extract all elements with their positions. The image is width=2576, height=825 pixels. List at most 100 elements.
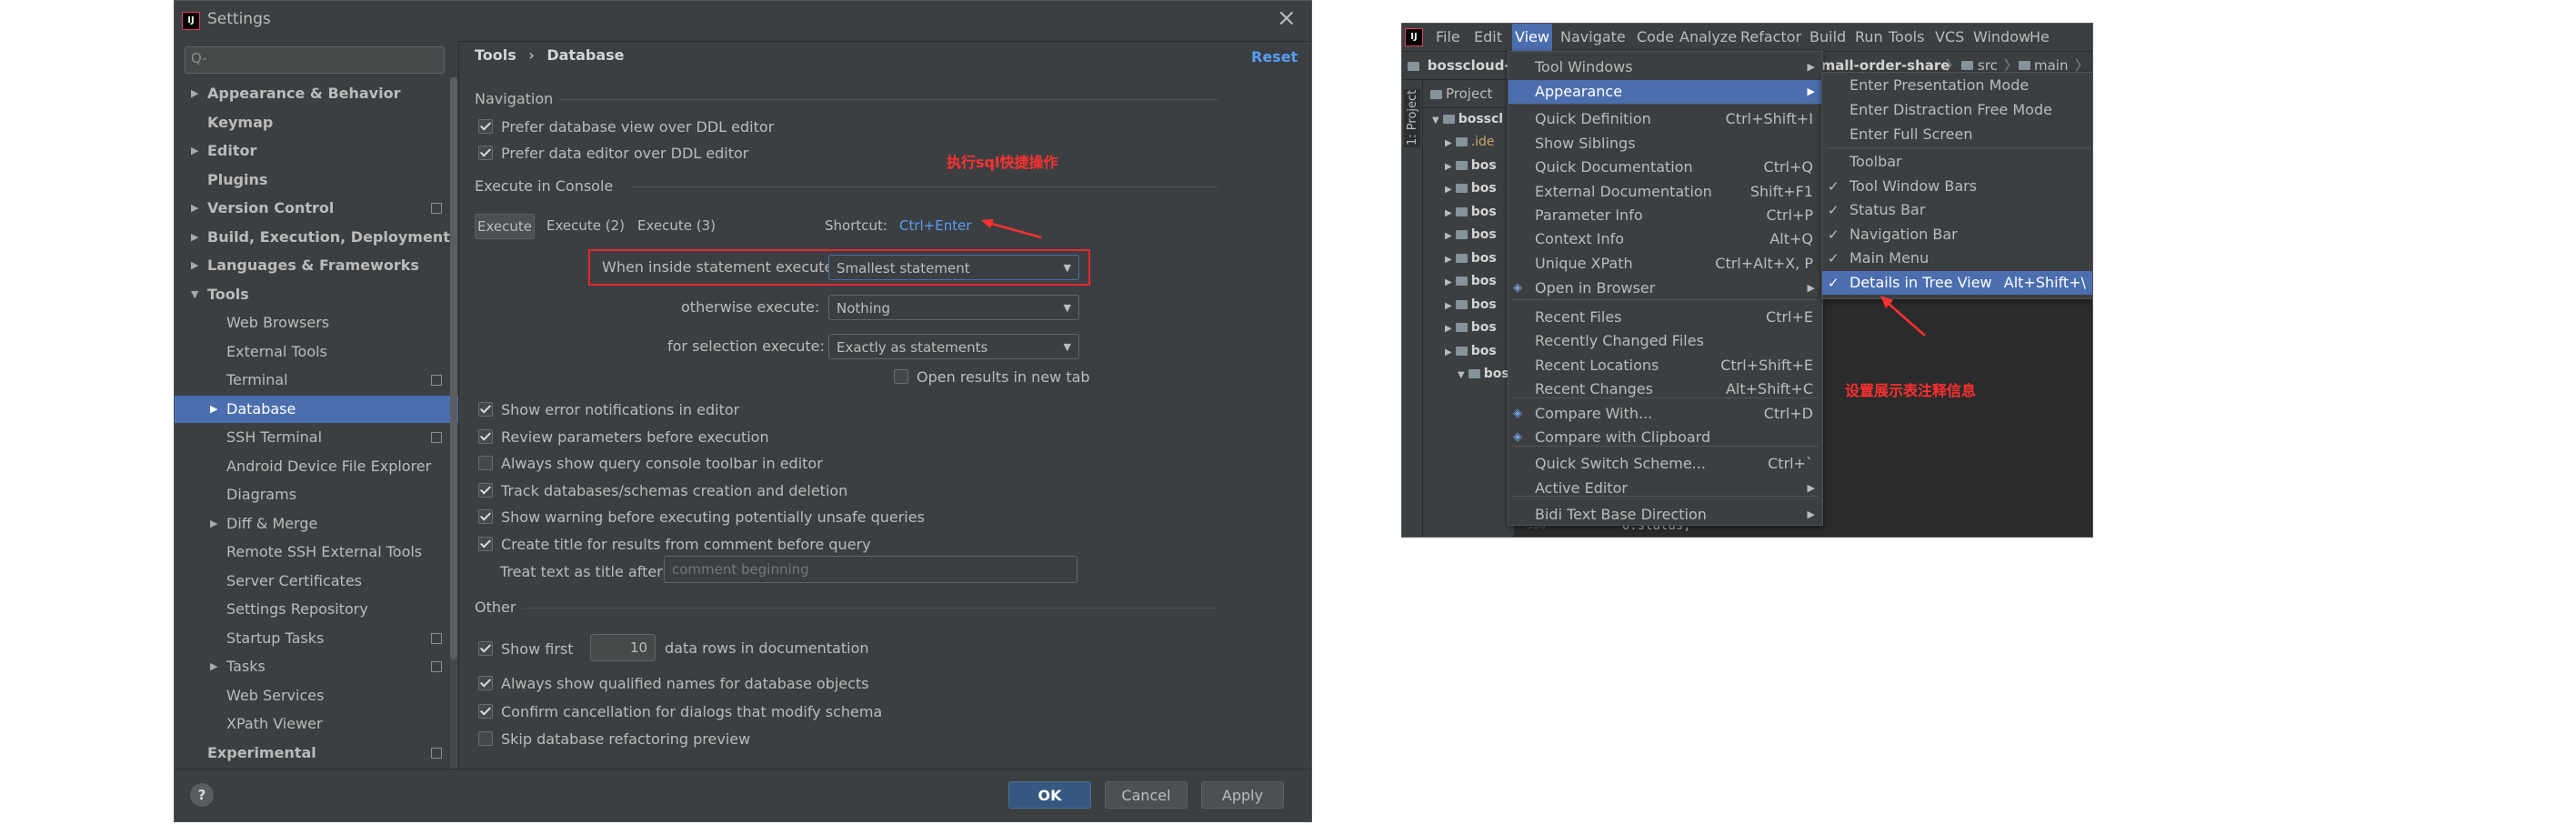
menu-item[interactable]: Quick Switch Scheme... Ctrl+`	[1509, 452, 1822, 476]
menu-item[interactable]: Quick Definition Ctrl+Shift+I	[1509, 107, 1822, 131]
checkbox-box[interactable]	[478, 703, 493, 719]
tree-item[interactable]: ▶ Database	[175, 395, 458, 423]
sidebar-scrollbar[interactable]	[450, 77, 457, 769]
menu-edit[interactable]: Edit	[1474, 24, 1502, 51]
tree-item[interactable]: Terminal	[175, 367, 458, 394]
checkbox-box[interactable]	[894, 369, 908, 384]
tab-execute[interactable]: Execute	[475, 214, 535, 239]
menu-vcs[interactable]: VCS	[1935, 24, 1964, 51]
chevron-right-icon[interactable]: ▶	[191, 195, 204, 222]
menu-item[interactable]: Appearance ▶	[1509, 80, 1822, 104]
chevron-right-icon[interactable]: ▶	[191, 252, 204, 279]
shortcut-value[interactable]: Ctrl+Enter	[899, 217, 972, 234]
tree-item[interactable]: Web Browsers	[175, 309, 458, 337]
tree-item[interactable]: External Tools	[175, 338, 458, 366]
menu-item[interactable]: Tool Windows ▶	[1509, 55, 1822, 79]
menu-item[interactable]: ✓ Main Menu	[1822, 246, 2092, 270]
tree-item[interactable]: ▼ Tools	[175, 281, 458, 308]
menu-item[interactable]: Recent Files Ctrl+E	[1509, 306, 1822, 329]
chevron-right-icon[interactable]: ▶	[191, 224, 204, 251]
nav-project[interactable]: bosscloud-	[1428, 57, 1510, 74]
apply-button[interactable]: Apply	[1201, 781, 1284, 809]
tree-row[interactable]: ▶ bos	[1445, 247, 1497, 270]
checkbox-box[interactable]	[478, 536, 493, 551]
prefer-db-view-checkbox[interactable]: Prefer database view over DDL editor	[478, 117, 774, 137]
checkbox-box[interactable]	[478, 731, 493, 746]
option-checkbox[interactable]: Confirm cancellation for dialogs that mo…	[478, 702, 882, 722]
menu-tools[interactable]: Tools	[1889, 24, 1924, 51]
tree-item[interactable]: ▶ Diff & Merge	[175, 510, 458, 538]
menu-navigate[interactable]: Navigate	[1560, 24, 1626, 51]
chevron-down-icon[interactable]: ▼	[191, 281, 204, 308]
show-first-checkbox[interactable]: Show first	[478, 639, 574, 659]
menu-item[interactable]: ✓ Status Bar	[1822, 198, 2092, 222]
tree-item[interactable]: ▶ Editor	[175, 137, 458, 165]
tree-item[interactable]: SSH Terminal	[175, 424, 458, 451]
project-tool-button[interactable]: 1: Project	[1404, 89, 1420, 147]
tree-row[interactable]: ▶ bos	[1445, 317, 1497, 339]
cancel-button[interactable]: Cancel	[1105, 781, 1188, 809]
option-checkbox[interactable]: Always show query console toolbar in edi…	[478, 454, 823, 474]
chevron-right-icon[interactable]: ▶	[191, 80, 204, 107]
menu-analyze[interactable]: Analyze	[1679, 24, 1737, 51]
selection-select[interactable]: Exactly as statements ▼	[828, 334, 1079, 359]
checkbox-box[interactable]	[478, 641, 493, 656]
tree-item[interactable]: Diagrams	[175, 481, 458, 508]
menu-item[interactable]: Bidi Text Base Direction ▶	[1509, 503, 1822, 527]
menu-item[interactable]: Active Editor ▶	[1509, 477, 1822, 500]
tree-item[interactable]: Settings Repository	[175, 596, 458, 623]
tree-item[interactable]: ▶ Build, Execution, Deployment	[175, 224, 458, 251]
tree-item[interactable]: ▶ Appearance & Behavior	[175, 80, 458, 107]
checkbox-box[interactable]	[478, 428, 493, 444]
chevron-right-icon[interactable]: ▶	[210, 510, 223, 538]
menu-item[interactable]: ✓ Details in Tree View Alt+Shift+\	[1822, 271, 2092, 295]
tree-row[interactable]: ▼ bos	[1458, 363, 1509, 386]
tab-execute-3[interactable]: Execute (3)	[637, 217, 716, 234]
ok-button[interactable]: OK	[1008, 781, 1091, 809]
settings-search-input[interactable]: Q-	[185, 46, 445, 74]
prefer-data-editor-checkbox[interactable]: Prefer data editor over DDL editor	[478, 144, 748, 164]
tree-item[interactable]: Web Services	[175, 682, 458, 709]
tree-item[interactable]: ▶ Version Control	[175, 195, 458, 222]
menu-item[interactable]: Recently Changed Files	[1509, 329, 1822, 353]
tree-row[interactable]: ▶ bos	[1445, 177, 1497, 200]
tree-item[interactable]: Startup Tasks	[175, 625, 458, 652]
menu-item[interactable]: Enter Full Screen	[1822, 123, 2092, 146]
menu-file[interactable]: File	[1436, 24, 1460, 51]
reset-link[interactable]: Reset	[1251, 48, 1298, 65]
menu-build[interactable]: Build	[1809, 24, 1846, 51]
tree-row[interactable]: ▶ .ide	[1445, 131, 1495, 154]
checkbox-box[interactable]	[478, 676, 493, 690]
tree-item[interactable]: Server Certificates	[175, 568, 458, 595]
tree-item[interactable]: Keymap	[175, 109, 458, 136]
tree-item[interactable]: Experimental	[175, 739, 458, 767]
menu-item[interactable]: ✓ Navigation Bar	[1822, 223, 2092, 246]
chevron-right-icon[interactable]: ▶	[210, 396, 223, 423]
when-inside-select[interactable]: Smallest statement ▼	[828, 255, 1079, 280]
menu-view[interactable]: View	[1512, 24, 1552, 51]
tree-item[interactable]: XPath Viewer	[175, 710, 458, 738]
tree-root[interactable]: ▼ bosscl	[1432, 108, 1503, 131]
chevron-right-icon[interactable]: ▶	[191, 137, 204, 165]
menu-item[interactable]: Recent Locations Ctrl+Shift+E	[1509, 354, 1822, 377]
breadcrumb-root[interactable]: Tools	[475, 46, 516, 64]
tree-item[interactable]: ▶ Languages & Frameworks	[175, 252, 458, 279]
menu-item[interactable]: ◈ Compare With... Ctrl+D	[1509, 402, 1822, 426]
checkbox-box[interactable]	[478, 146, 493, 160]
scrollbar-thumb[interactable]	[450, 77, 457, 659]
option-checkbox[interactable]: Review parameters before execution	[478, 428, 769, 448]
checkbox-box[interactable]	[478, 119, 493, 134]
tree-item[interactable]: ▶ Tasks	[175, 653, 458, 680]
menu-item[interactable]: ◈ Open in Browser ▶	[1509, 277, 1822, 300]
menu-refactor[interactable]: Refactor	[1740, 24, 1801, 51]
menu-item[interactable]: External Documentation Shift+F1	[1509, 180, 1822, 204]
menu-item[interactable]: Toolbar	[1822, 150, 2092, 174]
otherwise-select[interactable]: Nothing ▼	[828, 295, 1079, 320]
menu-item[interactable]: Enter Distraction Free Mode	[1822, 98, 2092, 122]
tree-row[interactable]: ▶ bos	[1445, 155, 1497, 177]
menu-run[interactable]: Run	[1855, 24, 1883, 51]
tree-row[interactable]: ▶ bos	[1445, 270, 1497, 293]
tree-item[interactable]: Plugins	[175, 166, 458, 194]
option-checkbox[interactable]: Skip database refactoring preview	[478, 729, 750, 750]
open-new-tab-checkbox[interactable]: Open results in new tab	[894, 367, 1090, 387]
